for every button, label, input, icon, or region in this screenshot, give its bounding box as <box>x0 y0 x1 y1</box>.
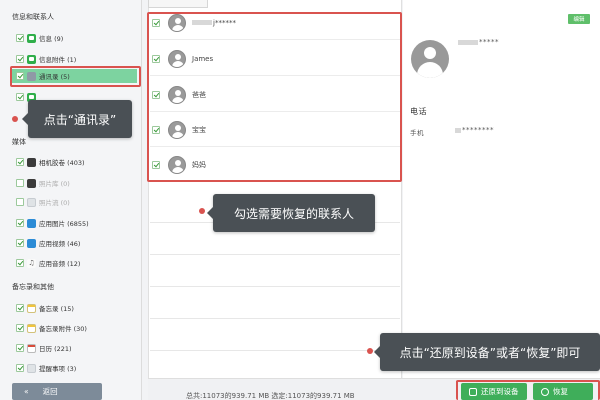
back-button[interactable]: « 返回 <box>12 383 102 400</box>
sidebar-item-camera-roll[interactable]: 相机胶卷 (403) <box>16 155 85 169</box>
sidebar: 信息和联系人 信息 (9) 信息附件 (1) 通讯录 (5) 媒体 相机胶卷 (… <box>0 0 142 400</box>
sidebar-item-message-attachments[interactable]: 信息附件 (1) <box>16 52 76 66</box>
checkbox[interactable] <box>16 198 24 206</box>
reminders-icon <box>27 363 36 373</box>
app-videos-icon <box>27 238 36 248</box>
contacts-list-highlight-box <box>147 12 402 182</box>
checkbox[interactable] <box>16 34 24 42</box>
row-divider <box>150 318 400 319</box>
checkbox[interactable] <box>16 219 24 227</box>
notes-attachment-icon <box>27 323 36 333</box>
selection-size-text: 总共:11073的939.71 MB 选定:11073的939.71 MB <box>186 392 355 400</box>
checkbox[interactable] <box>16 324 24 332</box>
row-divider <box>150 286 400 287</box>
edit-button[interactable]: 编辑 <box>568 14 590 24</box>
phone-section-title: 电话 <box>410 107 427 116</box>
row-divider <box>150 350 400 351</box>
checkbox[interactable] <box>16 93 24 101</box>
phone-label: 手机 <box>410 129 424 137</box>
sidebar-item-notes-attachments[interactable]: 备忘录附件 (30) <box>16 321 87 335</box>
redacted-block <box>455 127 461 133</box>
section-title-media: 媒体 <box>12 138 26 146</box>
sidebar-item-app-audio[interactable]: ♫ 应用音频 (12) <box>16 256 80 270</box>
message-icon <box>27 33 36 43</box>
row-divider <box>150 254 400 255</box>
app-photos-icon <box>27 218 36 228</box>
attachment-icon <box>27 54 36 64</box>
contacts-highlight-box <box>10 66 141 87</box>
photo-stream-icon <box>27 197 36 207</box>
section-title-notes-other: 备忘录和其他 <box>12 283 54 291</box>
callout-restore: 点击“还原到设备”或者“恢复”即可 <box>374 333 600 371</box>
notes-icon <box>27 303 36 313</box>
camera-roll-icon <box>27 157 36 167</box>
phone-number-masked: ******** <box>462 126 494 134</box>
sidebar-item-calendar[interactable]: 日历 (221) <box>16 341 72 355</box>
sidebar-item-app-videos[interactable]: 应用视频 (46) <box>16 236 80 250</box>
sidebar-item-notes[interactable]: 备忘录 (15) <box>16 301 74 315</box>
sidebar-item-photo-stream[interactable]: 照片流 (0) <box>16 195 70 209</box>
action-buttons-highlight-box <box>456 380 600 400</box>
calendar-icon <box>27 343 36 353</box>
photo-library-icon <box>27 178 36 188</box>
contact-avatar-icon <box>411 40 449 78</box>
checkbox[interactable] <box>16 259 24 267</box>
redacted-block <box>458 39 478 45</box>
checkbox[interactable] <box>16 344 24 352</box>
checkbox[interactable] <box>16 364 24 372</box>
checkbox[interactable] <box>16 179 24 187</box>
checkbox[interactable] <box>16 55 24 63</box>
app-audio-icon: ♫ <box>27 258 36 268</box>
section-title-messages-contacts: 信息和联系人 <box>12 13 54 21</box>
callout-select-contacts: 勾选需要恢复的联系人 <box>207 194 375 232</box>
sidebar-item-messages[interactable]: 信息 (9) <box>16 31 63 45</box>
checkbox[interactable] <box>16 158 24 166</box>
sidebar-item-app-photos[interactable]: 应用图片 (6855) <box>16 216 89 230</box>
double-chevron-left-icon: « <box>24 387 29 396</box>
checkbox[interactable] <box>16 239 24 247</box>
sidebar-item-reminders[interactable]: 提醒事项 (3) <box>16 361 76 375</box>
contact-name-masked: ***** <box>479 38 499 46</box>
checkbox[interactable] <box>16 304 24 312</box>
callout-click-contacts: 点击“通讯录” <box>22 100 132 138</box>
sidebar-item-photo-library[interactable]: 照片库 (0) <box>16 176 70 190</box>
